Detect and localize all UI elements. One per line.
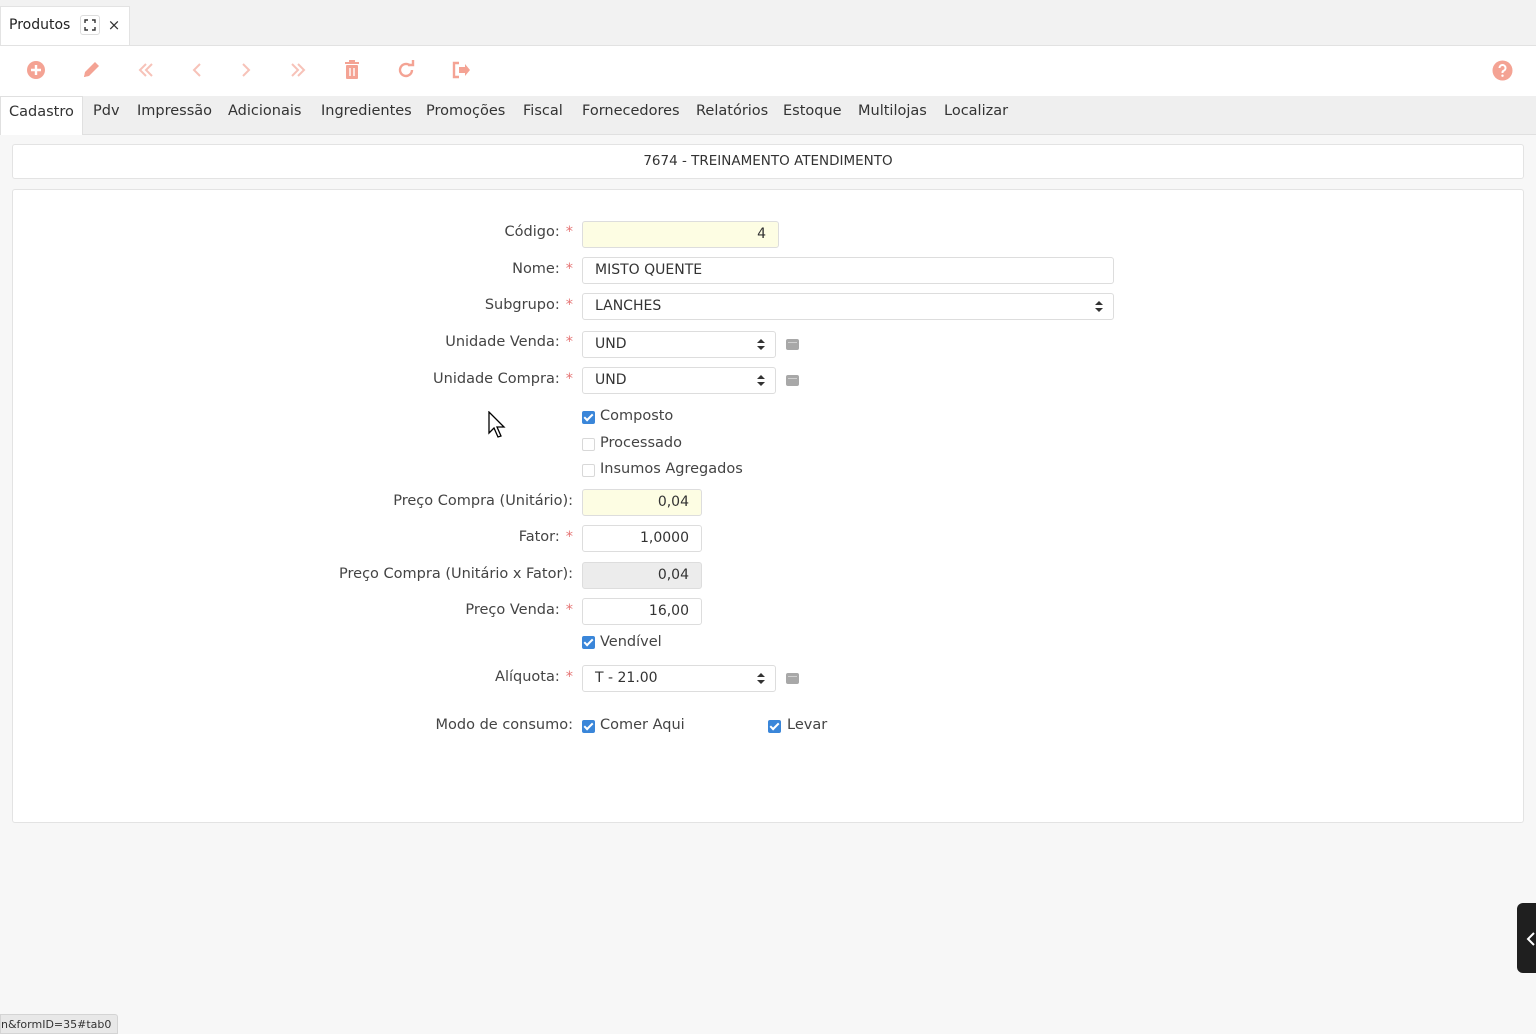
unidade-compra-select[interactable]: UND — [582, 367, 776, 394]
subgrupo-value: LANCHES — [595, 298, 662, 314]
comer-aqui-label: Comer Aqui — [600, 717, 685, 733]
preco-compra-fator-label: Preço Compra (Unitário x Fator): — [339, 566, 573, 582]
side-panel-toggle[interactable] — [1517, 903, 1536, 973]
composto-label: Composto — [600, 408, 674, 424]
unidade-venda-select[interactable]: UND — [582, 331, 776, 358]
window-tab-produtos[interactable]: Produtos × — [0, 6, 130, 45]
tab-localizar[interactable]: Localizar — [936, 96, 1016, 134]
unidade-venda-value: UND — [595, 336, 627, 352]
store-header: 7674 - TREINAMENTO ATENDIMENTO — [12, 144, 1524, 179]
window-tab-bar: Produtos × — [0, 0, 1536, 46]
add-icon[interactable] — [24, 58, 48, 82]
codigo-label: Código: * — [504, 224, 573, 240]
comer-aqui-checkbox[interactable] — [582, 720, 595, 733]
delete-icon[interactable] — [340, 58, 364, 82]
unidade-compra-label: Unidade Compra: * — [433, 371, 573, 387]
unidade-compra-value: UND — [595, 372, 627, 388]
preco-compra-input[interactable]: 0,04 — [582, 489, 702, 516]
tab-adicionais[interactable]: Adicionais — [220, 96, 309, 134]
vendivel-label: Vendível — [600, 634, 662, 650]
tab-promocoes[interactable]: Promoções — [418, 96, 513, 134]
next-icon[interactable] — [234, 58, 258, 82]
exit-icon[interactable] — [449, 58, 473, 82]
insumos-agregados-label: Insumos Agregados — [600, 461, 743, 477]
mouse-cursor-icon — [488, 411, 506, 438]
tab-impressao[interactable]: Impressão — [129, 96, 220, 134]
fator-label: Fator: * — [518, 529, 573, 545]
list-icon[interactable] — [786, 673, 799, 684]
sort-arrows-icon — [1095, 301, 1103, 312]
toolbar — [0, 46, 1536, 96]
sort-arrows-icon — [757, 673, 765, 684]
levar-checkbox[interactable] — [768, 720, 781, 733]
tab-ingredientes[interactable]: Ingredientes — [313, 96, 420, 134]
composto-checkbox[interactable] — [582, 411, 595, 424]
close-icon[interactable]: × — [104, 15, 124, 35]
vendivel-checkbox[interactable] — [582, 636, 595, 649]
expand-icon[interactable] — [80, 15, 100, 35]
previous-icon[interactable] — [185, 58, 209, 82]
nome-input[interactable]: MISTO QUENTE — [582, 257, 1114, 284]
last-icon[interactable] — [286, 58, 310, 82]
aliquota-value: T - 21.00 — [595, 670, 658, 686]
window-tab-title: Produtos — [9, 17, 71, 33]
sort-arrows-icon — [757, 375, 765, 386]
refresh-icon[interactable] — [394, 58, 418, 82]
preco-venda-label: Preço Venda: * — [465, 602, 573, 618]
tab-relatorios[interactable]: Relatórios — [688, 96, 776, 134]
preco-compra-fator-input: 0,04 — [582, 562, 702, 589]
codigo-input[interactable]: 4 — [582, 221, 779, 248]
subgrupo-label: Subgrupo: * — [484, 297, 573, 313]
tab-estoque[interactable]: Estoque — [775, 96, 850, 134]
processado-checkbox[interactable] — [582, 438, 595, 451]
form-tabs: Cadastro Pdv Impressão Adicionais Ingred… — [0, 96, 1536, 135]
unidade-venda-label: Unidade Venda: * — [445, 334, 573, 350]
chevron-left-icon — [1526, 932, 1535, 946]
tab-cadastro[interactable]: Cadastro — [0, 96, 83, 135]
list-icon[interactable] — [786, 375, 799, 386]
list-icon[interactable] — [786, 339, 799, 350]
first-icon[interactable] — [134, 58, 158, 82]
fator-input[interactable]: 1,0000 — [582, 525, 702, 552]
aliquota-select[interactable]: T - 21.00 — [582, 665, 776, 692]
tab-multilojas[interactable]: Multilojas — [850, 96, 935, 134]
nome-label: Nome: * — [512, 261, 573, 277]
aliquota-label: Alíquota: * — [495, 669, 573, 685]
insumos-agregados-checkbox[interactable] — [582, 464, 595, 477]
edit-icon[interactable] — [79, 58, 103, 82]
tab-fornecedores[interactable]: Fornecedores — [574, 96, 688, 134]
preco-venda-input[interactable]: 16,00 — [582, 598, 702, 625]
levar-label: Levar — [787, 717, 828, 733]
help-icon[interactable] — [1490, 58, 1514, 82]
tab-fiscal[interactable]: Fiscal — [515, 96, 571, 134]
subgrupo-select[interactable]: LANCHES — [582, 293, 1114, 320]
processado-label: Processado — [600, 435, 682, 451]
status-bar-url: n&formID=35#tab0 — [0, 1014, 119, 1034]
sort-arrows-icon — [757, 339, 765, 350]
preco-compra-label: Preço Compra (Unitário): — [393, 493, 573, 509]
modo-consumo-label: Modo de consumo: — [435, 717, 573, 733]
tab-pdv[interactable]: Pdv — [85, 96, 128, 134]
